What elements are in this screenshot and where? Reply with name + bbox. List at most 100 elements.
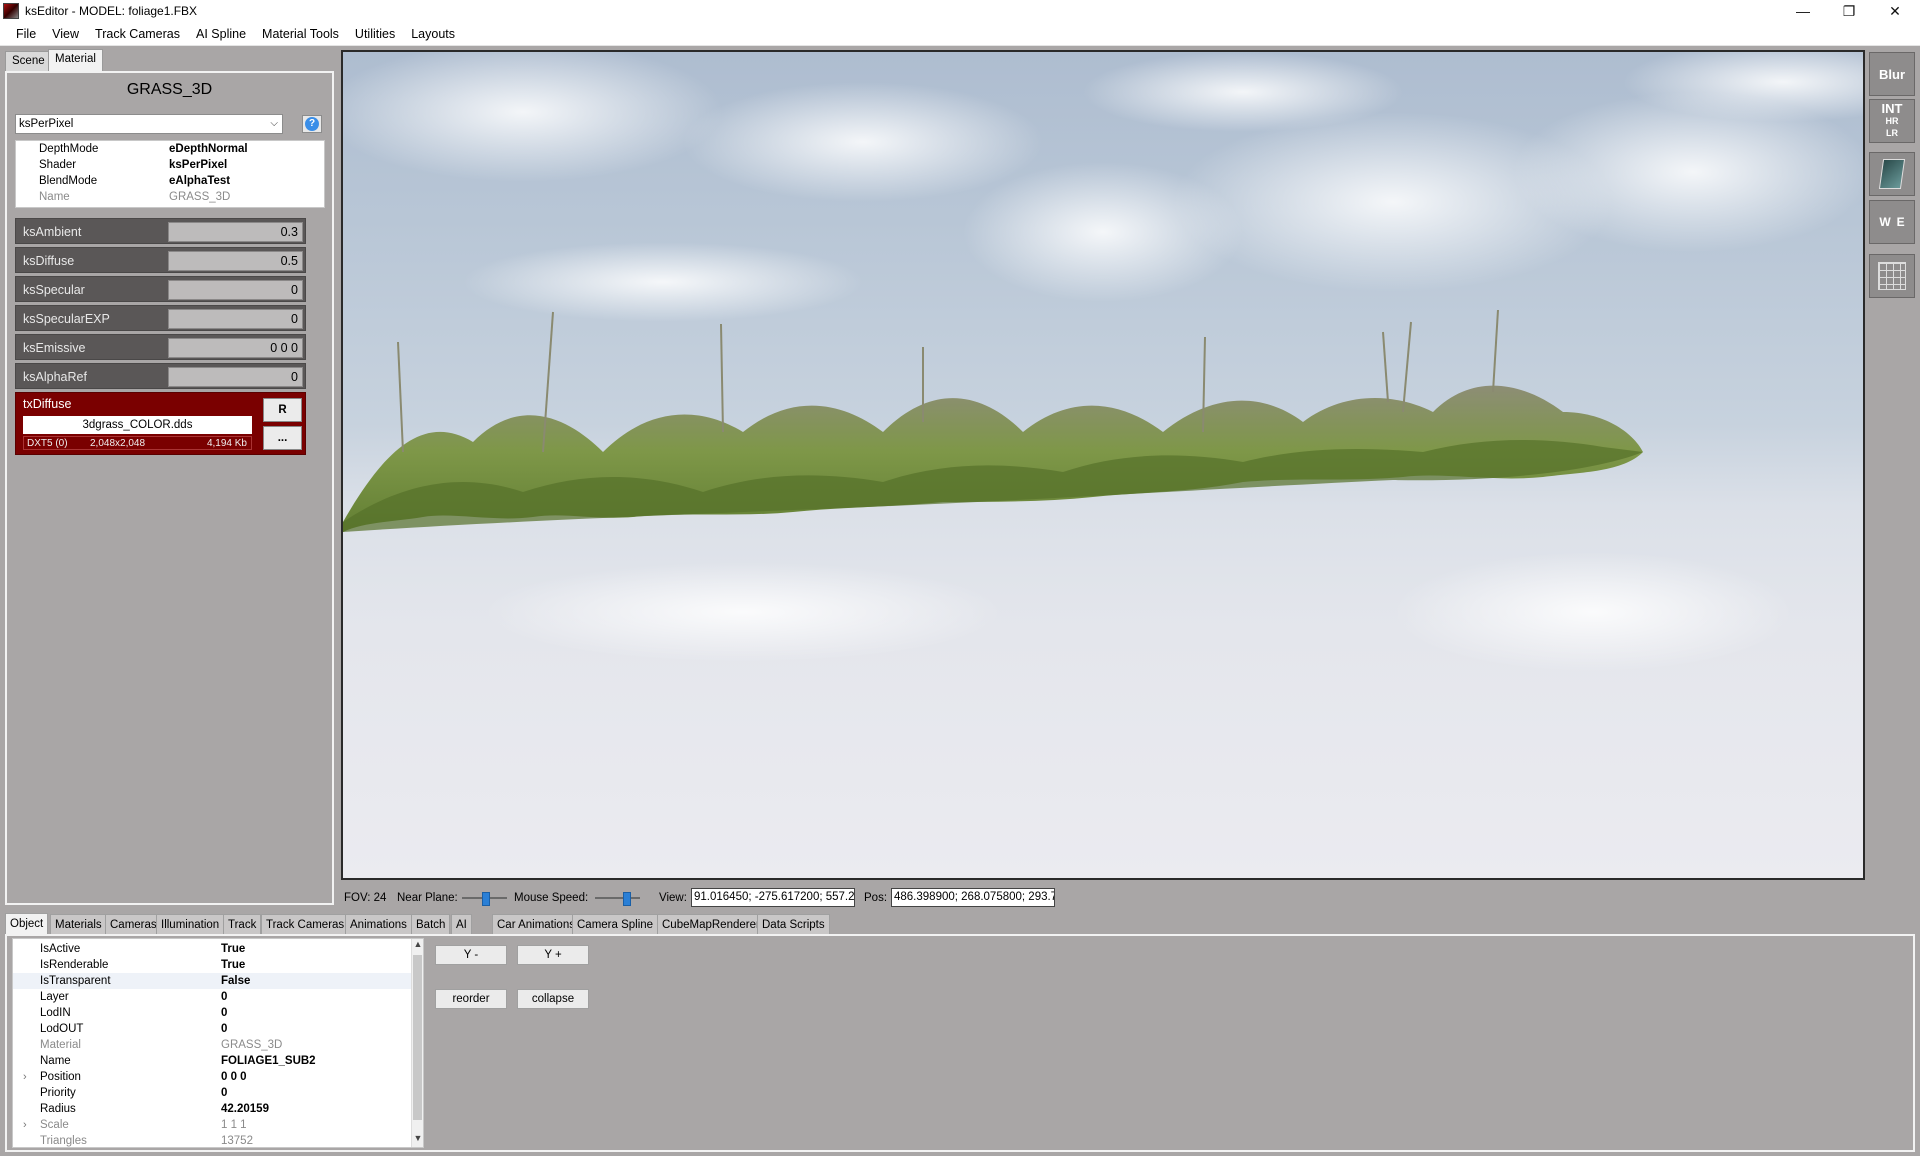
obj-key: Position <box>40 1071 81 1083</box>
texture-file-name[interactable]: 3dgrass_COLOR.dds <box>23 416 252 434</box>
obj-row-lodout[interactable]: LodOUT 0 <box>13 1021 413 1037</box>
obj-row-scale[interactable]: › Scale 1 1 1 <box>13 1117 413 1133</box>
tab-object[interactable]: Object <box>5 913 49 935</box>
window-title: ksEditor - MODEL: foliage1.FBX <box>25 4 198 18</box>
help-button[interactable]: ? <box>302 115 322 133</box>
obj-row-lodin[interactable]: LodIN 0 <box>13 1005 413 1021</box>
shader-select[interactable]: ksPerPixel ⌵ <box>15 114 283 134</box>
obj-key: Scale <box>40 1119 69 1131</box>
reorder-button[interactable]: reorder <box>435 989 507 1009</box>
param-label: ksAlphaRef <box>23 370 87 384</box>
view-input[interactable]: 91.016450; -275.617200; 557.22 <box>691 888 855 907</box>
expand-chevron-icon[interactable]: › <box>23 1117 27 1133</box>
prop-row-blendmode[interactable]: BlendMode eAlphaTest <box>16 173 324 189</box>
tab-materials[interactable]: Materials <box>50 914 107 934</box>
obj-row-priority[interactable]: Priority 0 <box>13 1085 413 1101</box>
reload-texture-button[interactable]: R <box>263 398 302 422</box>
reflection-icon <box>1878 159 1906 189</box>
menu-track-cameras[interactable]: Track Cameras <box>87 22 188 46</box>
near-plane-label: Near Plane: <box>397 892 458 904</box>
obj-key: Layer <box>40 991 69 1003</box>
texture-slot-txdiffuse: txDiffuse 3dgrass_COLOR.dds DXT5 (0) 2,0… <box>15 392 306 455</box>
restore-button[interactable]: ❐ <box>1826 0 1872 22</box>
obj-row-triangles[interactable]: Triangles 13752 <box>13 1133 413 1147</box>
prop-key: Shader <box>39 159 77 171</box>
menu-layouts[interactable]: Layouts <box>403 22 463 46</box>
menu-view[interactable]: View <box>44 22 87 46</box>
obj-value: True <box>221 959 246 971</box>
prop-row-name[interactable]: Name GRASS_3D <box>16 189 324 205</box>
obj-row-name[interactable]: Name FOLIAGE1_SUB2 <box>13 1053 413 1069</box>
obj-key: LodOUT <box>40 1023 84 1035</box>
we-button[interactable]: W E <box>1869 200 1915 244</box>
reflection-toggle-button[interactable] <box>1869 152 1915 196</box>
obj-key: IsActive <box>40 943 81 955</box>
mouse-speed-label: Mouse Speed: <box>514 892 589 904</box>
scroll-thumb[interactable] <box>413 955 422 1120</box>
param-ksdiffuse-input[interactable]: 0.5 <box>168 251 303 271</box>
tab-track[interactable]: Track <box>223 914 262 934</box>
grid-icon <box>1878 262 1906 290</box>
param-ksemissive-input[interactable]: 0 0 0 <box>168 338 303 358</box>
prop-row-shader[interactable]: Shader ksPerPixel <box>16 157 324 173</box>
slider-thumb[interactable] <box>482 892 490 906</box>
obj-row-isrenderable[interactable]: IsRenderable True <box>13 957 413 973</box>
int-hr-lr-button[interactable]: INT HR LR <box>1869 99 1915 143</box>
collapse-button[interactable]: collapse <box>517 989 589 1009</box>
param-ksambient-input[interactable]: 0.3 <box>168 222 303 242</box>
hr-label: HR <box>1885 116 1899 126</box>
minimize-button[interactable]: — <box>1780 0 1826 22</box>
param-ksalpharef-input[interactable]: 0 <box>168 367 303 387</box>
param-label: ksAmbient <box>23 225 82 239</box>
obj-row-position[interactable]: › Position 0 0 0 <box>13 1069 413 1085</box>
blur-button[interactable]: Blur <box>1869 52 1915 96</box>
prop-row-depthmode[interactable]: DepthMode eDepthNormal <box>16 141 324 157</box>
tab-batch[interactable]: Batch <box>411 914 451 934</box>
obj-row-istransparent[interactable]: IsTransparent False <box>13 973 413 989</box>
y-plus-button[interactable]: Y + <box>517 945 589 965</box>
tab-car-animations[interactable]: Car Animations <box>492 914 580 934</box>
menu-material-tools[interactable]: Material Tools <box>254 22 347 46</box>
prop-key: DepthMode <box>39 143 99 155</box>
tab-animations[interactable]: Animations <box>345 914 412 934</box>
3d-viewport[interactable] <box>341 50 1865 880</box>
param-ksspecularexp-input[interactable]: 0 <box>168 309 303 329</box>
object-grid-scrollbar[interactable]: ▲ ▼ <box>411 939 423 1147</box>
param-ksspecular-input[interactable]: 0 <box>168 280 303 300</box>
obj-value: 0 <box>221 1007 228 1019</box>
menu-bar: File View Track Cameras AI Spline Materi… <box>0 22 1920 46</box>
tab-cameras[interactable]: Cameras <box>105 914 162 934</box>
near-plane-slider[interactable] <box>462 892 507 906</box>
menu-ai-spline[interactable]: AI Spline <box>188 22 254 46</box>
mouse-speed-slider[interactable] <box>595 892 640 906</box>
prop-value: GRASS_3D <box>169 191 231 203</box>
obj-row-layer[interactable]: Layer 0 <box>13 989 413 1005</box>
grid-toggle-button[interactable] <box>1869 254 1915 298</box>
tab-ai[interactable]: AI <box>451 914 472 934</box>
tab-camera-spline[interactable]: Camera Spline <box>572 914 659 934</box>
slider-thumb[interactable] <box>623 892 631 906</box>
tab-cubemaprenderer[interactable]: CubeMapRenderer <box>657 914 765 934</box>
prop-key: Name <box>39 191 70 203</box>
object-panel: IsActive True IsRenderable True IsTransp… <box>5 934 1915 1152</box>
obj-row-material[interactable]: Material GRASS_3D <box>13 1037 413 1053</box>
obj-row-radius[interactable]: Radius 42.20159 <box>13 1101 413 1117</box>
scroll-down-icon[interactable]: ▼ <box>412 1133 423 1147</box>
obj-row-isactive[interactable]: IsActive True <box>13 941 413 957</box>
tab-illumination[interactable]: Illumination <box>156 914 225 934</box>
expand-chevron-icon[interactable]: › <box>23 1069 27 1085</box>
browse-texture-button[interactable]: ... <box>263 426 302 450</box>
close-button[interactable]: ✕ <box>1872 0 1918 22</box>
param-ksemissive: ksEmissive 0 0 0 <box>15 334 306 360</box>
texture-size: 4,194 Kb <box>206 438 247 449</box>
obj-value: FOLIAGE1_SUB2 <box>221 1055 316 1067</box>
menu-utilities[interactable]: Utilities <box>347 22 403 46</box>
tab-material[interactable]: Material <box>48 49 103 71</box>
pos-input[interactable]: 486.398900; 268.075800; 293.77 <box>891 888 1055 907</box>
y-minus-button[interactable]: Y - <box>435 945 507 965</box>
tab-scene[interactable]: Scene <box>5 51 52 71</box>
menu-file[interactable]: File <box>8 22 44 46</box>
scroll-up-icon[interactable]: ▲ <box>412 939 423 953</box>
tab-track-cameras[interactable]: Track Cameras <box>261 914 350 934</box>
tab-data-scripts[interactable]: Data Scripts <box>757 914 830 934</box>
